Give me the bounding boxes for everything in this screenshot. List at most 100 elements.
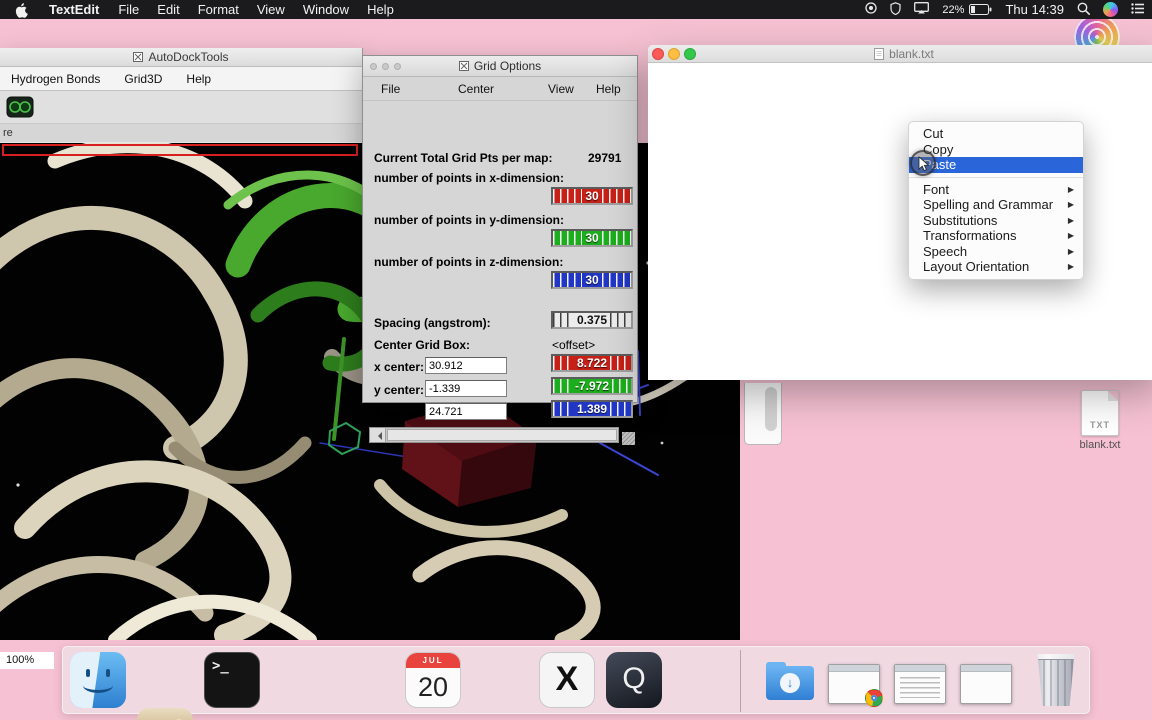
- calendar-month: JUL: [406, 653, 460, 668]
- scrollbar-thumb[interactable]: [387, 429, 617, 441]
- submenu-arrow-icon: ▶: [1067, 184, 1074, 194]
- dock-trash-icon[interactable]: [1028, 651, 1084, 709]
- menu-item-label: Transformations: [923, 228, 1017, 243]
- context-menu-item-layout-orientation[interactable]: Layout Orientation ▶: [909, 259, 1083, 275]
- menubar-left: TextEdit File Edit Format View Window He…: [0, 0, 403, 19]
- apple-menu[interactable]: [0, 2, 39, 18]
- z-dim-label: number of points in z-dimension:: [374, 255, 564, 269]
- minimize-button[interactable]: [668, 48, 680, 60]
- page-fold: [1108, 391, 1118, 401]
- grid-options-menubar: File Center View Help: [363, 77, 637, 101]
- notification-center-icon[interactable]: [1131, 2, 1144, 17]
- context-menu-item-spelling-and-grammar[interactable]: Spelling and Grammar ▶: [909, 197, 1083, 213]
- menu-item-label: Layout Orientation: [923, 259, 1030, 274]
- dock-photo-viewer-icon[interactable]: [137, 708, 193, 720]
- adt-zoom-badge: 100%: [0, 652, 54, 669]
- y-center-entry[interactable]: [425, 380, 507, 397]
- grid-menu-help[interactable]: Help: [596, 82, 621, 96]
- dock-minimized-document-window[interactable]: [894, 664, 946, 704]
- thumbwheel-ticks: [553, 273, 583, 287]
- menubar-menu-edit[interactable]: Edit: [148, 2, 188, 17]
- total-grid-pts-label: Current Total Grid Pts per map:: [374, 151, 553, 165]
- dock-terminal-icon[interactable]: >_: [204, 652, 260, 708]
- adt-window-title: AutoDockTools: [148, 50, 229, 64]
- adt-menu-help[interactable]: Help: [186, 72, 211, 86]
- spacing-thumbwheel[interactable]: 0.375: [551, 311, 633, 329]
- y-dim-thumbwheel[interactable]: 30: [551, 229, 633, 247]
- horizontal-scrollbar[interactable]: [369, 427, 619, 443]
- grid-options-window-buttons[interactable]: [370, 63, 401, 70]
- battery-status[interactable]: 22%: [942, 4, 992, 16]
- shield-icon[interactable]: [890, 1, 902, 18]
- finder-smile: [83, 678, 113, 693]
- context-menu-item-cut[interactable]: Cut: [909, 126, 1083, 142]
- spotlight-search-icon[interactable]: [1077, 2, 1090, 18]
- center-grid-box-value: <offset>: [552, 338, 596, 352]
- grid-menu-file[interactable]: File: [381, 82, 400, 96]
- x11-letter: X: [555, 660, 579, 698]
- bird-photo-artwork: [176, 719, 182, 720]
- menubar-menu-file[interactable]: File: [109, 2, 148, 17]
- spacing-value: 0.375: [576, 313, 608, 327]
- thumbwheel-ticks: [601, 231, 632, 245]
- finder-eye: [106, 669, 110, 677]
- z-dim-thumbwheel[interactable]: 30: [551, 271, 633, 289]
- txt-badge: TXT: [1090, 420, 1110, 430]
- x-center-entry[interactable]: [425, 357, 507, 374]
- menubar-menu-view[interactable]: View: [248, 2, 294, 17]
- zoom-button[interactable]: [684, 48, 696, 60]
- context-menu-item-speech[interactable]: Speech ▶: [909, 244, 1083, 260]
- autodocktools-titlebar[interactable]: AutoDockTools: [0, 48, 362, 67]
- menubar-app-name[interactable]: TextEdit: [39, 2, 109, 17]
- context-menu-item-copy[interactable]: Copy: [909, 142, 1083, 158]
- z-dim-value: 30: [585, 273, 599, 287]
- scrollbar-left-arrow[interactable]: [370, 428, 386, 442]
- grid-menu-view[interactable]: View: [548, 82, 574, 96]
- x-dim-thumbwheel[interactable]: 30: [551, 187, 633, 205]
- textedit-titlebar[interactable]: blank.txt: [648, 45, 1152, 63]
- context-menu-item-transformations[interactable]: Transformations ▶: [909, 228, 1083, 244]
- x-center-thumbwheel[interactable]: 8.722: [551, 354, 633, 372]
- desktop: AutoDockTools Hydrogen Bonds Grid3D Help…: [0, 0, 1152, 720]
- airplay-display-icon[interactable]: [914, 2, 930, 17]
- finder-eye: [86, 669, 90, 677]
- dock-minimized-blank-window[interactable]: [960, 664, 1012, 704]
- dock-minimized-browser-window[interactable]: [828, 664, 883, 707]
- context-menu-item-font[interactable]: Font ▶: [909, 182, 1083, 198]
- siri-icon[interactable]: [1103, 2, 1118, 17]
- dock-x11-icon[interactable]: X: [539, 652, 595, 708]
- grid-menu-center[interactable]: Center: [458, 82, 494, 96]
- y-center-wheel-value: -7.972: [574, 379, 610, 393]
- window-resize-grip[interactable]: [622, 432, 635, 445]
- dock-calendar-icon[interactable]: JUL 20: [405, 652, 461, 708]
- thumbnail-text-lines: [900, 677, 940, 698]
- thumbnail-titlebar: [895, 665, 945, 672]
- dock-downloads-folder-icon[interactable]: ↓: [762, 652, 818, 708]
- grid-options-titlebar[interactable]: Grid Options: [363, 56, 637, 77]
- z-center-entry[interactable]: [425, 403, 507, 420]
- trash-basket: [1037, 654, 1075, 706]
- adt-menu-hydrogen-bonds[interactable]: Hydrogen Bonds: [11, 72, 100, 86]
- z-center-label: z center:: [374, 406, 424, 420]
- context-menu-item-substitutions[interactable]: Substitutions ▶: [909, 213, 1083, 229]
- total-grid-pts-value: 29791: [588, 151, 622, 165]
- spacing-label: Spacing (angstrom):: [374, 316, 491, 330]
- dock-quicktime-icon[interactable]: Q: [606, 652, 662, 708]
- menubar-menu-window[interactable]: Window: [294, 2, 358, 17]
- dock-finder-icon[interactable]: [70, 652, 126, 708]
- z-center-thumbwheel[interactable]: 1.389: [551, 400, 633, 418]
- desktop-file-blank-txt[interactable]: TXT blank.txt: [1072, 390, 1128, 451]
- menubar-clock[interactable]: Thu 14:39: [1005, 2, 1064, 17]
- close-button[interactable]: [652, 48, 664, 60]
- record-icon[interactable]: [865, 2, 878, 17]
- menubar-menu-format[interactable]: Format: [189, 2, 248, 17]
- y-center-thumbwheel[interactable]: -7.972: [551, 377, 633, 395]
- thumbwheel-ticks: [553, 313, 574, 327]
- adt-goggles-icon[interactable]: [6, 95, 34, 119]
- adt-menu-grid3d[interactable]: Grid3D: [124, 72, 162, 86]
- context-menu-separator: [909, 176, 1083, 178]
- y-center-label: y center:: [374, 383, 425, 397]
- menubar-menu-help[interactable]: Help: [358, 2, 403, 17]
- fragment-scrollbar: [765, 387, 777, 431]
- x-dim-label: number of points in x-dimension:: [374, 171, 564, 185]
